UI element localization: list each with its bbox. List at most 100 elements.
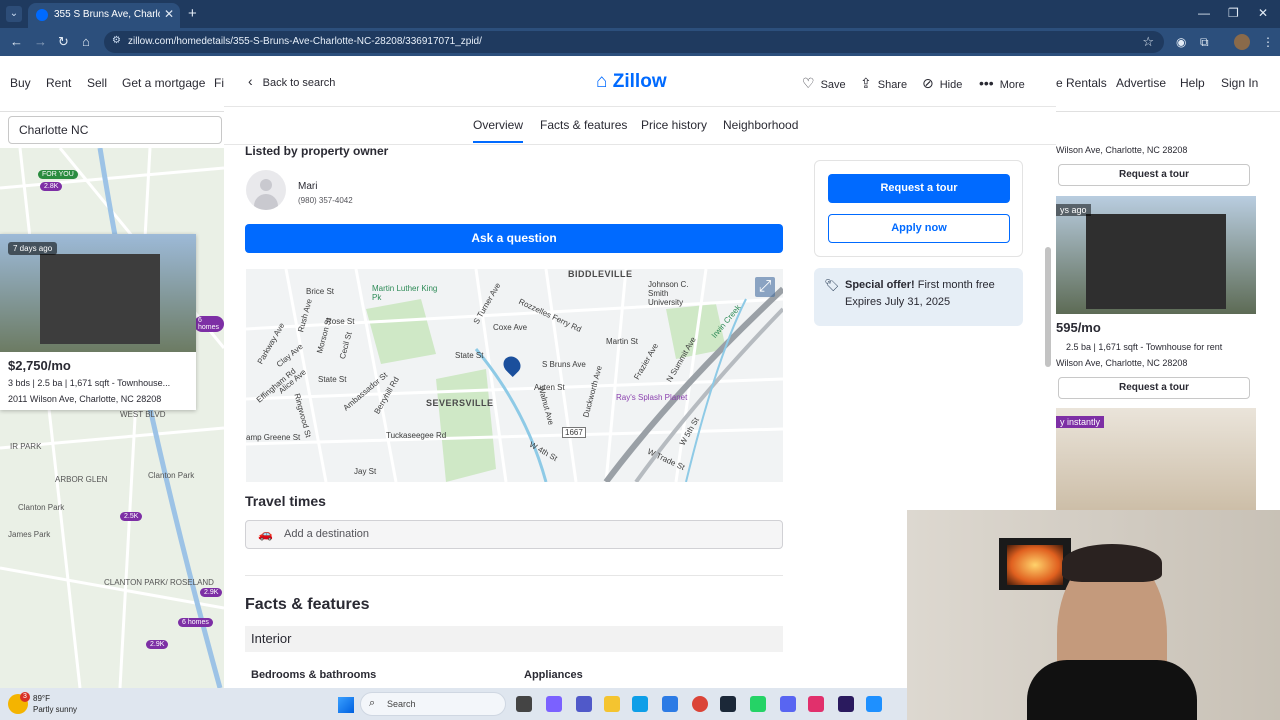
map-price-pin[interactable]: 2.9K xyxy=(146,640,169,649)
hide-label: Hide xyxy=(939,79,963,91)
listing-address: Wilson Ave, Charlotte, NC 28208 xyxy=(1056,358,1188,368)
bookmark-star-icon[interactable]: ☆ xyxy=(1142,34,1154,50)
file-explorer-icon[interactable] xyxy=(604,696,620,712)
app-icon[interactable] xyxy=(750,696,766,712)
weather-condition[interactable]: Partly sunny xyxy=(33,705,77,714)
map-label: Coxe Ave xyxy=(493,323,528,332)
bg-map-label: IR PARK xyxy=(10,442,42,451)
minimize-icon[interactable]: — xyxy=(1198,6,1210,20)
bg-map-label: CLANTON PARK/ ROSELAND xyxy=(104,578,214,587)
map-label: Johnson C. Smith University xyxy=(648,280,689,307)
home-icon[interactable]: ⌂ xyxy=(82,34,90,49)
request-tour-button[interactable]: Request a tour xyxy=(828,174,1010,203)
task-view-icon[interactable] xyxy=(516,696,532,712)
teams-icon[interactable] xyxy=(576,696,592,712)
more-button[interactable]: ••• More xyxy=(979,75,1025,91)
forward-arrow-icon[interactable]: → xyxy=(34,34,47,49)
share-label: Share xyxy=(877,79,908,91)
more-label: More xyxy=(999,79,1025,91)
weather-temp[interactable]: 89°F xyxy=(33,694,50,703)
chrome-icon[interactable] xyxy=(692,696,708,712)
more-dots-icon: ••• xyxy=(979,75,994,91)
tab-overview[interactable]: Overview xyxy=(473,118,524,143)
request-tour-button[interactable]: Request a tour xyxy=(1058,164,1250,186)
edge-icon[interactable] xyxy=(632,696,648,712)
nav-rentals[interactable]: e Rentals xyxy=(1056,76,1107,90)
app-icon[interactable] xyxy=(866,696,882,712)
destination-input[interactable]: 🚗 Add a destination xyxy=(245,520,783,549)
store-icon[interactable] xyxy=(662,696,678,712)
extensions-puzzle-icon[interactable]: ⧉ xyxy=(1200,35,1214,49)
tab-price-history[interactable]: Price history xyxy=(641,118,707,132)
url-text[interactable]: zillow.com/homedetails/355-S-Bruns-Ave-C… xyxy=(128,36,482,47)
apply-now-button[interactable]: Apply now xyxy=(828,214,1010,243)
tag-icon: 🏷 xyxy=(824,278,840,292)
nav-sell[interactable]: Sell xyxy=(87,76,107,90)
back-arrow-icon[interactable]: ← xyxy=(10,34,23,49)
background-map[interactable]: Clanton Park ARBOR GLEN Clanton Park CLA… xyxy=(0,148,224,688)
hide-button[interactable]: ⊘ Hide xyxy=(922,75,962,92)
listing-price: $2,750/mo xyxy=(8,358,71,373)
site-info-icon[interactable]: ⚙ xyxy=(112,35,121,46)
expand-map-icon[interactable]: ⤢ xyxy=(755,277,775,297)
tab-close-icon[interactable]: ✕ xyxy=(164,7,174,21)
location-search-input[interactable]: Charlotte NC xyxy=(8,116,222,144)
tab-facts-features[interactable]: Facts & features xyxy=(540,118,627,132)
owner-phone[interactable]: (980) 357-4042 xyxy=(298,196,353,205)
back-to-search-link[interactable]: ‹ Back to search xyxy=(248,73,335,89)
owner-avatar xyxy=(246,170,286,210)
map-price-pin[interactable]: 2.9K xyxy=(200,588,223,597)
window-close-icon[interactable]: ✕ xyxy=(1258,6,1268,20)
map-price-pin[interactable]: 2.5K xyxy=(120,512,143,521)
reload-icon[interactable]: ↻ xyxy=(58,34,69,50)
extension-icon[interactable]: ◉ xyxy=(1176,35,1190,49)
map-label: amp Greene St xyxy=(246,433,301,442)
nav-buy[interactable]: Buy xyxy=(10,76,31,90)
modal-scrollbar[interactable] xyxy=(1045,247,1051,367)
profile-avatar[interactable] xyxy=(1234,34,1250,50)
chevron-left-icon: ‹ xyxy=(248,73,253,89)
address-bar[interactable]: ⚙ zillow.com/homedetails/355-S-Bruns-Ave… xyxy=(104,31,1164,53)
copilot-icon[interactable] xyxy=(546,696,562,712)
facts-features-heading: Facts & features xyxy=(245,596,370,613)
zillow-logo[interactable]: ⌂ Zillow xyxy=(596,71,667,93)
map-price-pin[interactable]: FOR YOU xyxy=(38,170,78,179)
nav-mortgage[interactable]: Get a mortgage xyxy=(122,76,205,90)
browser-menu-icon[interactable]: ⋮ xyxy=(1262,35,1276,49)
map-price-pin[interactable]: 6 homes xyxy=(194,316,224,332)
maximize-icon[interactable]: ❐ xyxy=(1228,6,1239,20)
interior-section-header[interactable]: Interior xyxy=(245,626,783,652)
tab-search-icon[interactable]: ⌄ xyxy=(6,6,22,22)
tab-neighborhood[interactable]: Neighborhood xyxy=(723,118,798,132)
nav-sign-in[interactable]: Sign In xyxy=(1221,76,1258,90)
webcam-overlay xyxy=(907,510,1280,720)
property-map[interactable]: BIDDLEVILLE Martin Luther King Pk Johnso… xyxy=(246,269,783,482)
new-tab-icon[interactable]: + xyxy=(188,5,197,22)
app-icon[interactable] xyxy=(808,696,824,712)
steam-icon[interactable] xyxy=(720,696,736,712)
map-label: S Bruns Ave xyxy=(542,360,586,369)
taskbar-search-input[interactable]: ⌕ Search xyxy=(360,692,506,716)
listing-address: 2011 Wilson Ave, Charlotte, NC 28208 xyxy=(8,394,162,404)
listing-age-badge: ys ago xyxy=(1056,204,1091,216)
map-label: Brice St xyxy=(306,287,335,296)
listing-badge: y instantly xyxy=(1056,416,1105,428)
browser-tab[interactable]: 355 S Bruns Ave, Charlotte, NC ✕ xyxy=(28,3,180,28)
nav-find-agent[interactable]: Fi xyxy=(214,76,224,90)
property-tabs: Overview Facts & features Price history … xyxy=(224,107,1056,145)
nav-help[interactable]: Help xyxy=(1180,76,1205,90)
listing-card[interactable]: 7 days ago $2,750/mo 3 bds | 2.5 ba | 1,… xyxy=(0,234,196,410)
nav-rent[interactable]: Rent xyxy=(46,76,71,90)
share-button[interactable]: ⇪ Share xyxy=(860,75,907,92)
windows-start-icon[interactable] xyxy=(338,697,354,713)
discord-icon[interactable] xyxy=(780,696,796,712)
bg-map-label: Clanton Park xyxy=(18,503,65,512)
save-button[interactable]: ♡ Save xyxy=(802,75,846,92)
map-price-pin[interactable]: 2.8K xyxy=(40,182,63,191)
ask-question-button[interactable]: Ask a question xyxy=(245,224,783,253)
map-price-pin[interactable]: 6 homes xyxy=(178,618,213,627)
request-tour-button[interactable]: Request a tour xyxy=(1058,377,1250,399)
premiere-icon[interactable] xyxy=(838,696,854,712)
nav-advertise[interactable]: Advertise xyxy=(1116,76,1166,90)
windows-taskbar: 3 89°F Partly sunny ⌕ Search xyxy=(0,688,907,720)
